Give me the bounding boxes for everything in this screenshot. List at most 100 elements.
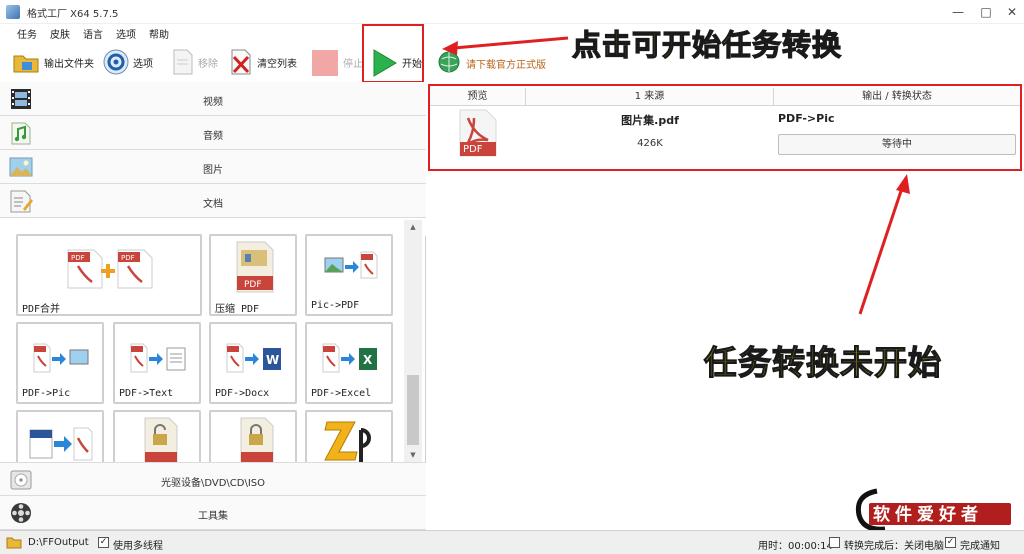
tool-label: PDF->Pic bbox=[22, 388, 71, 399]
after-convert-label: 转换完成后：关闭电脑 bbox=[844, 541, 944, 552]
svg-text:PDF: PDF bbox=[71, 254, 85, 262]
output-path[interactable]: D:\FFOutput bbox=[28, 537, 89, 548]
category-audio-label: 音频 bbox=[203, 131, 223, 142]
svg-text:软件爱好者: 软件爱好者 bbox=[873, 504, 983, 525]
svg-text:PDF: PDF bbox=[244, 280, 262, 290]
remove-label: 移除 bbox=[198, 59, 218, 70]
stop-icon bbox=[312, 50, 338, 76]
app-icon bbox=[6, 5, 20, 19]
tool-pic-to-pdf[interactable]: Pic->PDF bbox=[305, 234, 393, 316]
scroll-down-arrow[interactable]: ▼ bbox=[404, 448, 422, 462]
elapsed-time: 用时：00:00:14 bbox=[758, 541, 833, 552]
menu-help[interactable]: 帮助 bbox=[149, 26, 169, 41]
pdf-merge-icon: PDF PDF bbox=[67, 249, 153, 289]
tool-pdf-to-text[interactable]: PDF->Text bbox=[113, 322, 201, 404]
output-folder-label: 输出文件夹 bbox=[44, 59, 94, 70]
column-output-status[interactable]: 输出 / 转换状态 bbox=[774, 88, 1020, 106]
minimize-button[interactable]: — bbox=[948, 4, 968, 20]
pdf-to-text-icon bbox=[130, 343, 186, 373]
task-status-button[interactable]: 等待中 bbox=[778, 134, 1016, 155]
scroll-up-arrow[interactable]: ▲ bbox=[404, 220, 422, 234]
tool-label: Pic->PDF bbox=[311, 300, 360, 311]
pdf-lock-icon bbox=[144, 417, 178, 462]
pdf-to-word-icon: W bbox=[226, 343, 281, 373]
after-convert-checkbox[interactable] bbox=[829, 537, 840, 548]
start-hint-callout: 点击可开始任务转换 bbox=[571, 27, 843, 62]
folder-icon bbox=[6, 537, 22, 549]
menu-language[interactable]: 语言 bbox=[83, 26, 103, 41]
category-document[interactable]: 文档 bbox=[0, 184, 426, 218]
maximize-button[interactable]: □ bbox=[976, 4, 996, 20]
category-picture[interactable]: 图片 bbox=[0, 150, 426, 184]
conversion-type: PDF->Pic bbox=[778, 112, 835, 125]
watermark-logo: 软件爱好者 bbox=[855, 488, 1011, 532]
tool-pdf-merge[interactable]: PDF PDF PDF合并 bbox=[16, 234, 202, 316]
category-tools[interactable]: 工具集 bbox=[0, 496, 426, 530]
document-icon bbox=[173, 49, 193, 75]
category-disc-label: 光驱设备\DVD\CD\ISO bbox=[160, 478, 266, 489]
tool-label: PDF->Excel bbox=[311, 388, 372, 399]
folder-icon bbox=[13, 55, 39, 73]
status-bar: D:\FFOutput ✓ 使用多线程 用时：00:00:14 转换完成后：关闭… bbox=[0, 530, 1024, 554]
tool-label: PDF合并 bbox=[22, 304, 61, 315]
svg-text:PDF: PDF bbox=[121, 254, 135, 262]
scroll-thumb[interactable] bbox=[407, 375, 419, 445]
word-to-pdf-icon bbox=[29, 427, 93, 461]
remove-button[interactable]: 移除 bbox=[172, 48, 222, 78]
arrow-to-task bbox=[858, 174, 910, 315]
category-document-label: 文档 bbox=[203, 199, 223, 210]
zip-icon bbox=[324, 421, 371, 462]
column-preview[interactable]: 预览 bbox=[430, 88, 526, 106]
category-tools-label: 工具集 bbox=[198, 511, 228, 522]
tool-archive[interactable] bbox=[305, 410, 393, 462]
clear-list-button[interactable]: 清空列表 bbox=[230, 48, 302, 78]
start-highlight-box bbox=[362, 24, 424, 83]
title-bar: 格式工厂 X64 5.7.5 — □ ✕ bbox=[0, 0, 1024, 24]
svg-text:X: X bbox=[363, 353, 373, 367]
menu-skin[interactable]: 皮肤 bbox=[50, 26, 70, 41]
options-button[interactable]: 选项 bbox=[102, 48, 158, 78]
pdf-to-pic-icon bbox=[33, 343, 89, 373]
task-list-highlight-box: 预览 1 来源 输出 / 转换状态 PDF 图片集.pdf 426K PDF->… bbox=[428, 84, 1022, 171]
menu-task[interactable]: 任务 bbox=[17, 26, 37, 41]
options-gear-icon bbox=[103, 49, 129, 75]
stop-button[interactable]: 停止 bbox=[312, 48, 363, 78]
tool-label: 压缩 PDF bbox=[215, 304, 260, 315]
category-video-label: 视频 bbox=[203, 97, 223, 108]
pdf-lock-icon bbox=[240, 417, 274, 462]
menu-options[interactable]: 选项 bbox=[116, 26, 136, 41]
compress-pdf-icon: PDF bbox=[236, 241, 274, 293]
notify-label: 完成通知 bbox=[960, 541, 1000, 552]
column-source[interactable]: 1 来源 bbox=[526, 88, 774, 106]
category-disc[interactable]: 光驱设备\DVD\CD\ISO bbox=[0, 462, 426, 496]
pic-to-pdf-icon bbox=[324, 251, 378, 279]
document-tool-grid: PDF PDF PDF合并 PDF 压缩 PDF Pic->PDF PDF->P… bbox=[0, 220, 404, 462]
multithread-checkbox[interactable]: ✓ bbox=[98, 537, 109, 548]
arrow-to-start bbox=[442, 36, 569, 55]
status-hint-callout: 任务转换未开始 bbox=[703, 342, 942, 382]
window-title: 格式工厂 X64 5.7.5 bbox=[27, 9, 119, 20]
tool-label: PDF->Text bbox=[119, 388, 174, 399]
tool-compress-pdf[interactable]: PDF 压缩 PDF bbox=[209, 234, 297, 316]
tool-pdf-to-excel[interactable]: X PDF->Excel bbox=[305, 322, 393, 404]
options-label: 选项 bbox=[133, 59, 153, 70]
category-video[interactable]: 视频 bbox=[0, 82, 426, 116]
category-audio[interactable]: 音频 bbox=[0, 116, 426, 150]
tool-pdf-lock[interactable] bbox=[209, 410, 297, 462]
source-file-size: 426K bbox=[637, 138, 663, 149]
svg-text:W: W bbox=[266, 353, 279, 367]
category-picture-label: 图片 bbox=[203, 165, 223, 176]
pdf-to-excel-icon: X bbox=[322, 343, 377, 373]
close-button[interactable]: ✕ bbox=[1002, 4, 1022, 20]
tool-grid-scrollbar[interactable]: ▲ ▼ bbox=[404, 220, 422, 462]
download-link-text: 请下载官方正式版 bbox=[466, 60, 546, 71]
site-watermark: 软件爱好者 bbox=[855, 487, 1015, 533]
tool-word-to-pdf[interactable] bbox=[16, 410, 104, 462]
tool-pdf-unlock[interactable] bbox=[113, 410, 201, 462]
tool-pdf-to-docx[interactable]: W PDF->Docx bbox=[209, 322, 297, 404]
clear-list-icon bbox=[231, 49, 251, 75]
tool-pdf-to-pic[interactable]: PDF->Pic bbox=[16, 322, 104, 404]
notify-checkbox[interactable]: ✓ bbox=[945, 537, 956, 548]
multithread-label: 使用多线程 bbox=[113, 541, 163, 552]
stop-label: 停止 bbox=[343, 59, 363, 70]
